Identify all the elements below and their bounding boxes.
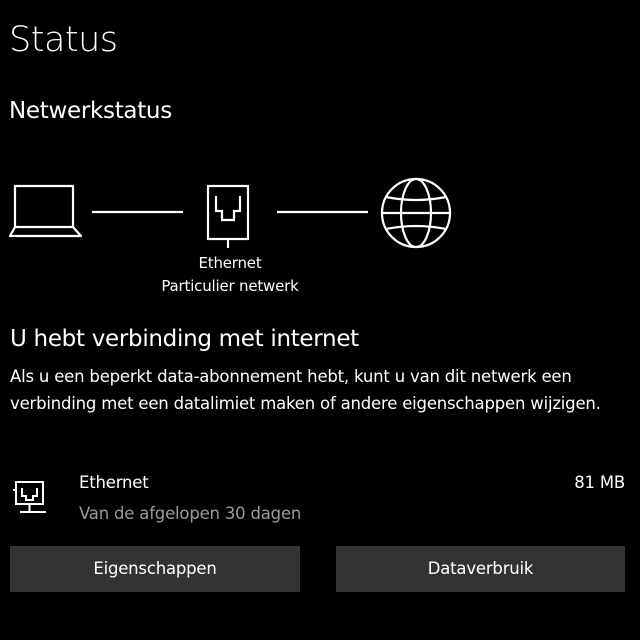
connection-description: Als u een beperkt data-abonnement hebt, …: [10, 367, 601, 413]
network-type: Particulier netwerk: [161, 277, 299, 295]
usage-period: Van de afgelopen 30 dagen: [79, 504, 302, 523]
connection-status-title: U hebt verbinding met internet: [10, 326, 359, 352]
properties-button[interactable]: Eigenschappen: [10, 546, 300, 592]
adapter-name: Ethernet: [198, 254, 262, 272]
ethernet-port-icon: [206, 184, 250, 248]
usage-amount: 81 MB: [574, 473, 625, 492]
network-diagram: [0, 170, 470, 260]
page-title: Status: [9, 20, 118, 60]
data-usage-button[interactable]: Dataverbruik: [336, 546, 625, 592]
data-usage-row: Ethernet Van de afgelopen 30 dagen 81 MB: [0, 468, 640, 528]
section-title: Netwerkstatus: [9, 98, 172, 124]
laptop-icon: [8, 184, 83, 238]
ethernet-network-icon: [13, 476, 49, 520]
globe-icon: [380, 177, 452, 249]
usage-adapter-name: Ethernet: [79, 473, 149, 492]
network-diagram-graphic: [8, 177, 452, 249]
